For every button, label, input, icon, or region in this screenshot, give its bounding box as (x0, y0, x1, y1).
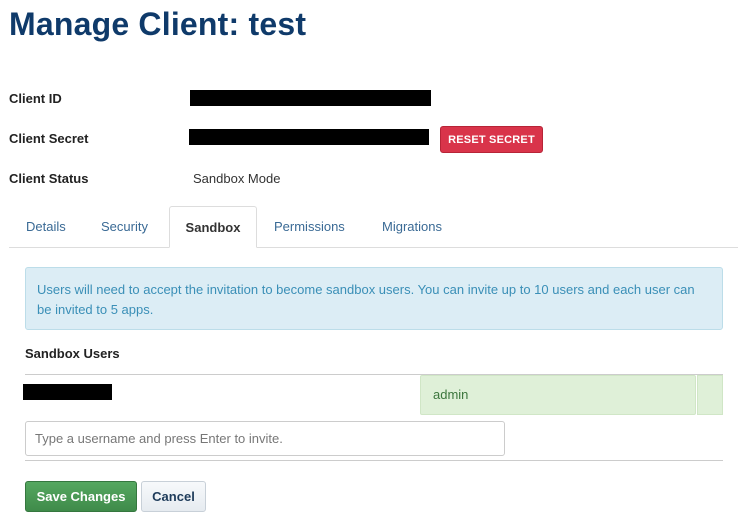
tab-sandbox[interactable]: Sandbox (169, 206, 257, 248)
sandbox-info-alert: Users will need to accept the invitation… (25, 267, 723, 330)
user-tag-remove-area[interactable] (697, 375, 723, 415)
client-secret-label: Client Secret (9, 131, 89, 146)
tab-migrations[interactable]: Migrations (382, 206, 442, 248)
client-status-value: Sandbox Mode (193, 171, 281, 186)
page-title: Manage Client: test (9, 6, 307, 42)
sandbox-username-redacted (23, 384, 112, 400)
save-changes-button[interactable]: Save Changes (25, 481, 137, 512)
client-id-label: Client ID (9, 91, 62, 106)
client-id-value-redacted (190, 90, 431, 106)
tab-security[interactable]: Security (101, 206, 148, 248)
user-role-tag[interactable]: admin (420, 375, 696, 415)
client-secret-value-redacted (189, 129, 429, 145)
client-status-label: Client Status (9, 171, 89, 186)
invite-user-input[interactable] (25, 421, 505, 456)
tab-permissions[interactable]: Permissions (274, 206, 345, 248)
divider (25, 460, 723, 461)
reset-secret-button[interactable]: RESET SECRET (440, 126, 543, 153)
sandbox-users-heading: Sandbox Users (25, 346, 120, 361)
tab-details[interactable]: Details (26, 206, 66, 248)
cancel-button[interactable]: Cancel (141, 481, 206, 512)
tab-bar: Details Security Sandbox Permissions Mig… (9, 206, 738, 248)
